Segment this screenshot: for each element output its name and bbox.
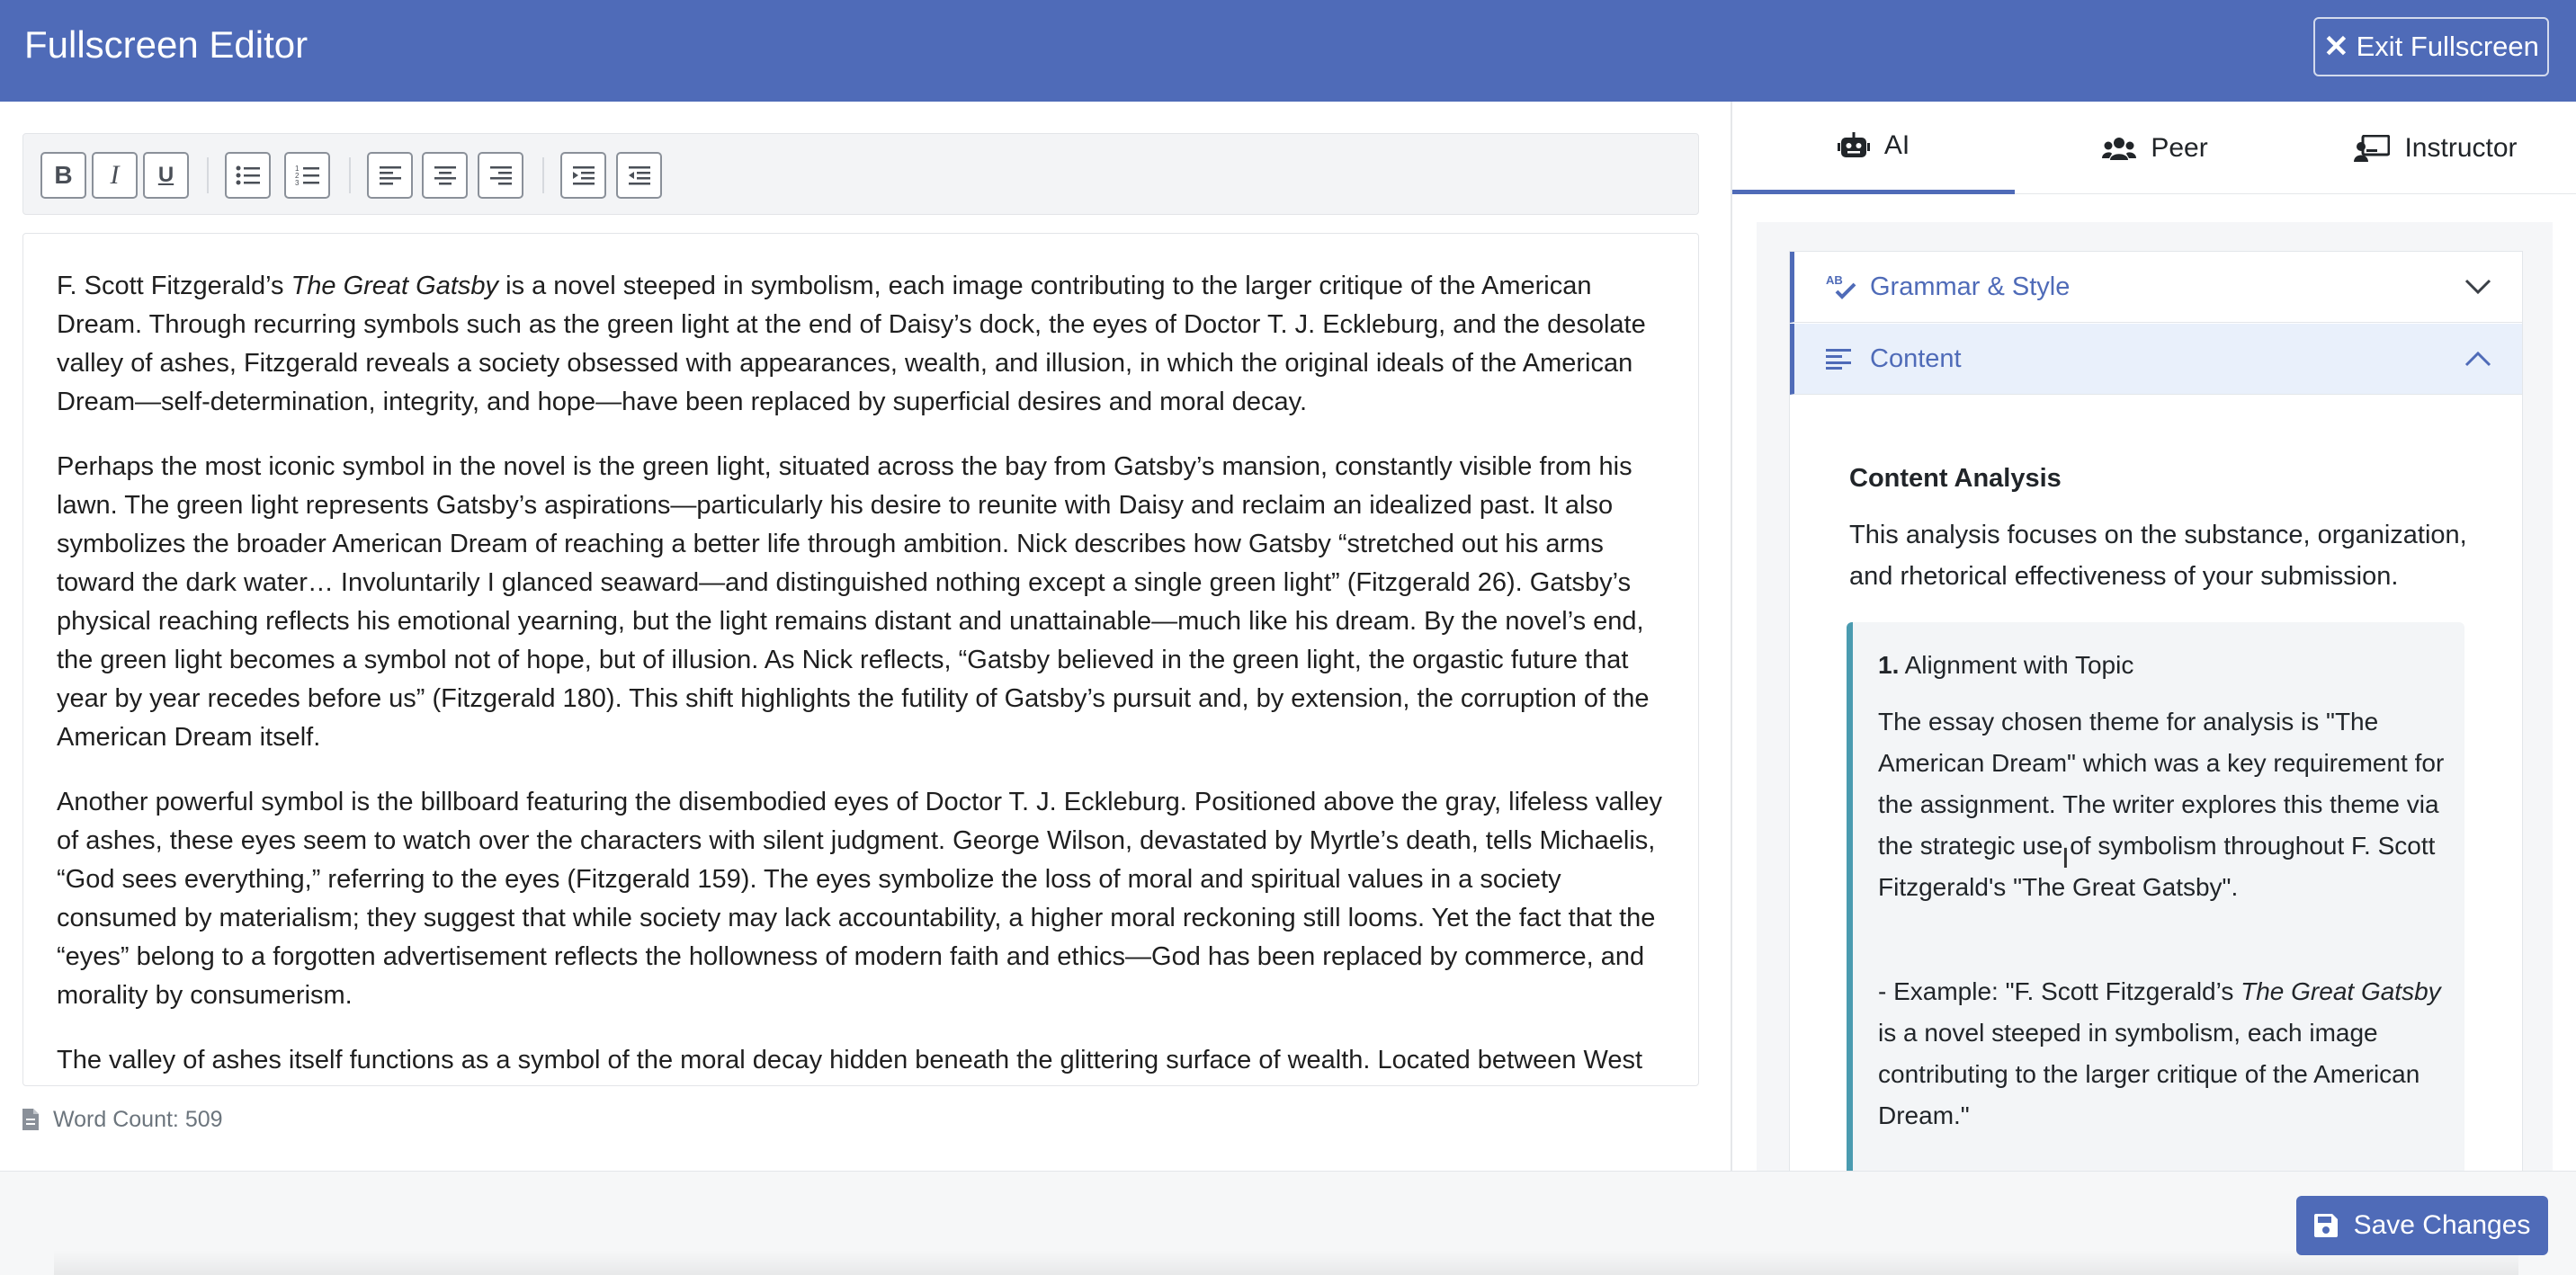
- align-left-icon: [1826, 349, 1851, 370]
- tab-ai[interactable]: AI: [1732, 102, 2015, 194]
- analysis-item-example: - Example: "F. Scott Fitzgerald’s The Gr…: [1878, 977, 2441, 1129]
- align-center-icon: [434, 166, 456, 185]
- word-count-label: Word Count: 509: [53, 1106, 223, 1132]
- editor-content-area[interactable]: F. Scott Fitzgerald’s The Great Gatsby i…: [22, 233, 1699, 1086]
- text-cursor-icon: I: [2062, 843, 2070, 875]
- toolbar-divider: [349, 157, 351, 193]
- save-changes-label: Save Changes: [2353, 1210, 2531, 1240]
- bold-button[interactable]: B: [40, 152, 86, 199]
- feedback-accordion: AB Grammar & Style Content Content Analy…: [1789, 251, 2523, 1171]
- toolbar-divider: [207, 157, 209, 193]
- paragraph: The valley of ashes itself functions as …: [57, 1046, 1643, 1074]
- exit-fullscreen-button[interactable]: ✕ Exit Fullscreen: [2313, 17, 2549, 76]
- footer-shadow: [54, 1250, 2518, 1275]
- panel-divider: [1731, 102, 1732, 1171]
- numbered-list-button[interactable]: 123: [284, 152, 330, 199]
- save-changes-button[interactable]: Save Changes: [2296, 1196, 2548, 1255]
- word-count: Word Count: 509: [22, 1104, 223, 1135]
- underline-icon: U: [157, 163, 174, 187]
- chalkboard-teacher-icon: [2354, 134, 2391, 162]
- bold-icon: B: [54, 161, 73, 189]
- tab-peer-label: Peer: [2151, 132, 2208, 163]
- content-analysis-intro: This analysis focuses on the substance, …: [1849, 521, 2467, 591]
- paragraph: F. Scott Fitzgerald’s The Great Gatsby i…: [57, 272, 1646, 416]
- align-right-icon: [489, 166, 512, 185]
- analysis-item-title: 1. Alignment with Topic: [1878, 651, 2134, 679]
- bulleted-list-icon: [236, 165, 260, 185]
- outdent-icon: [628, 166, 650, 185]
- paragraph: Another powerful symbol is the billboard…: [57, 788, 1663, 1010]
- align-center-button[interactable]: [422, 152, 468, 199]
- italic-icon: I: [110, 160, 120, 190]
- feedback-tabs: AI Peer Instructor: [1732, 102, 2576, 194]
- header-bar: Fullscreen Editor ✕ Exit Fullscreen: [0, 0, 2576, 102]
- feedback-panel: AB Grammar & Style Content Content Analy…: [1757, 222, 2553, 1171]
- svg-text:3: 3: [295, 179, 300, 187]
- outdent-button[interactable]: [616, 152, 662, 199]
- accordion-grammar-label: Grammar & Style: [1870, 272, 2071, 301]
- tab-instructor[interactable]: Instructor: [2295, 102, 2576, 194]
- accordion-grammar-style[interactable]: AB Grammar & Style: [1790, 252, 2522, 323]
- file-icon: [22, 1109, 39, 1130]
- align-left-button[interactable]: [367, 152, 413, 199]
- align-left-icon: [379, 166, 401, 185]
- spell-check-icon: AB: [1826, 273, 1856, 299]
- paragraph: Perhaps the most iconic symbol in the no…: [57, 452, 1650, 752]
- tab-peer[interactable]: Peer: [2015, 102, 2295, 194]
- exit-fullscreen-label: Exit Fullscreen: [2356, 31, 2539, 62]
- accordion-content-label: Content: [1870, 343, 1962, 373]
- essay-text[interactable]: F. Scott Fitzgerald’s The Great Gatsby i…: [57, 267, 1667, 1085]
- analysis-item-text: The essay chosen theme for analysis is "…: [1878, 708, 2445, 901]
- robot-icon: [1837, 132, 1870, 157]
- analysis-item-card: 1. Alignment with Topic The essay chosen…: [1847, 622, 2464, 1171]
- chevron-down-icon: [2464, 279, 2491, 295]
- indent-icon: [572, 166, 595, 185]
- italic-button[interactable]: I: [92, 152, 138, 199]
- svg-text:AB: AB: [1826, 273, 1843, 287]
- accordion-content[interactable]: Content: [1790, 324, 2522, 395]
- tab-instructor-label: Instructor: [2404, 132, 2518, 163]
- close-icon: ✕: [2323, 30, 2349, 64]
- content-analysis-title: Content Analysis: [1849, 464, 2062, 493]
- save-icon: [2313, 1214, 2338, 1237]
- indent-button[interactable]: [560, 152, 606, 199]
- numbered-list-icon: 123: [295, 165, 319, 187]
- users-icon: [2102, 137, 2137, 160]
- tab-ai-label: AI: [1883, 130, 1910, 160]
- bulleted-list-button[interactable]: [225, 152, 271, 199]
- toolbar-divider: [542, 157, 544, 193]
- page-title: Fullscreen Editor: [24, 23, 309, 66]
- formatting-toolbar: B I U 123: [22, 133, 1699, 215]
- chevron-up-icon: [2464, 351, 2491, 367]
- underline-button[interactable]: U: [143, 152, 189, 199]
- align-right-button[interactable]: [478, 152, 523, 199]
